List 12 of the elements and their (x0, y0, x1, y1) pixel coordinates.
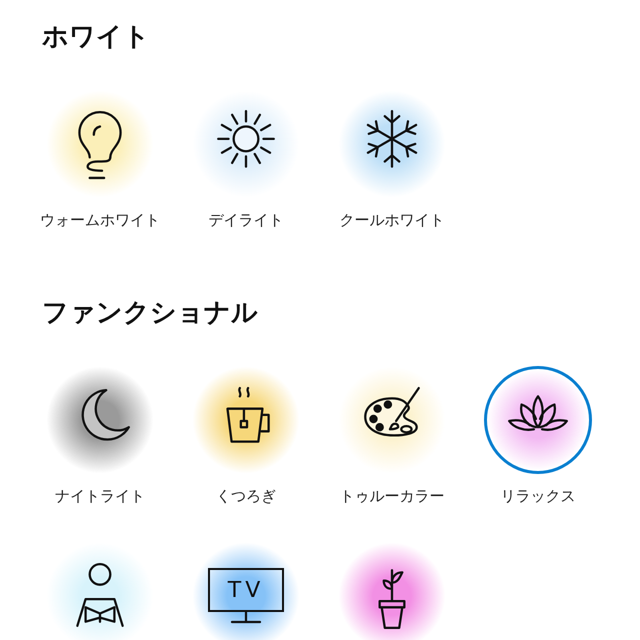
light-mode-tile[interactable]: TV (173, 542, 319, 640)
section-title: ファンクショナル (42, 297, 258, 330)
light-mode-tile[interactable]: クールホワイト (319, 90, 465, 230)
tv-stand-icon (228, 612, 264, 624)
tv-screen: TV (208, 568, 284, 612)
light-mode-tile[interactable]: ナイトライト (27, 366, 173, 506)
light-mode-tile[interactable]: デイライト (173, 90, 319, 230)
light-mode-tile[interactable]: リラックス (465, 366, 611, 506)
light-mode-tile[interactable]: くつろぎ (173, 366, 319, 506)
section-title: ホワイト (42, 21, 150, 54)
light-mode-tile[interactable]: ウォームホワイト (27, 90, 173, 230)
light-mode-tile[interactable]: トゥルーカラー (319, 366, 465, 506)
